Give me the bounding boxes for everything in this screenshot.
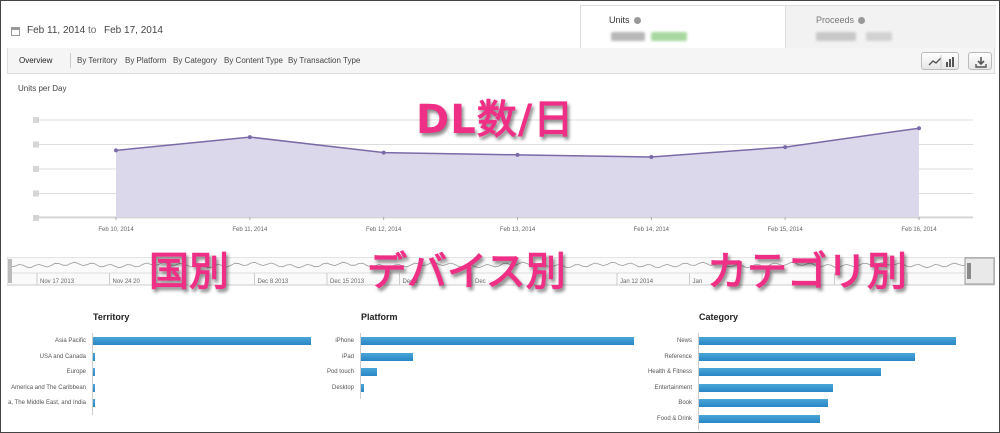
bar-label: Desktop: [331, 384, 354, 391]
info-icon[interactable]: [858, 17, 866, 25]
tab-bar: Overview By Territory By Platform By Cat…: [7, 48, 995, 74]
bar-label: News: [676, 338, 692, 344]
x-tick-label: Feb 15, 2014: [767, 227, 803, 233]
bar-label: Food & Drink: [656, 415, 692, 422]
bar-label: iPad: [341, 353, 354, 360]
download-icon: [975, 57, 987, 68]
bar-label: America and The Caribbean: [11, 384, 86, 391]
date-to[interactable]: Feb 17, 2014: [104, 25, 163, 36]
y-tick-marker: [33, 166, 39, 172]
x-tick-label: Feb 10, 2014: [98, 227, 134, 233]
proceeds-change-blurred: [866, 32, 892, 41]
bar-label: Entertainment: [654, 384, 692, 391]
bar-label: iPhone: [335, 338, 354, 344]
chart-data-point[interactable]: [783, 145, 788, 150]
proceeds-tile[interactable]: Proceeds: [786, 5, 996, 49]
bar-label: Book: [678, 400, 692, 406]
app-window: Feb 11, 2014 to Feb 17, 2014 Units Proce…: [0, 0, 1000, 433]
date-range-separator: to: [88, 25, 97, 36]
bar[interactable]: [93, 399, 95, 407]
bar[interactable]: [699, 399, 828, 407]
bar[interactable]: [361, 368, 378, 376]
bar[interactable]: [93, 337, 311, 345]
bar-label: Asia Pacific: [54, 338, 86, 344]
line-chart-icon[interactable]: [922, 53, 960, 71]
proceeds-tile-title: Proceeds: [816, 15, 866, 25]
timeline-tick-label: Jan: [693, 279, 703, 285]
proceeds-value-blurred: [816, 32, 856, 41]
x-tick-label: Feb 14, 2014: [634, 227, 670, 233]
timeline-tick-label: Dec 8 2013: [258, 279, 289, 285]
chart-data-point[interactable]: [515, 152, 520, 157]
platform-panel-title: Platform: [361, 312, 398, 322]
bar[interactable]: [93, 368, 96, 376]
timeline-tick-label: Jan 12 2014: [620, 279, 654, 285]
download-button[interactable]: [968, 52, 992, 70]
tab-by-platform[interactable]: By Platform: [125, 56, 166, 65]
bar-label: Europe: [66, 369, 86, 375]
chart-data-point[interactable]: [649, 155, 654, 160]
chart-data-point[interactable]: [247, 135, 252, 140]
header: Feb 11, 2014 to Feb 17, 2014 Units Proce…: [1, 1, 999, 49]
category-panel-title: Category: [699, 312, 739, 322]
chart-data-point[interactable]: [381, 150, 386, 155]
units-tile-title: Units: [609, 15, 641, 25]
date-from[interactable]: Feb 11, 2014: [27, 25, 85, 36]
bar-label: USA and Canada: [39, 353, 86, 360]
calendar-icon[interactable]: [11, 27, 20, 36]
bar-label: Pod touch: [326, 369, 354, 375]
y-tick-marker: [33, 141, 39, 148]
bar[interactable]: [361, 383, 364, 392]
units-change-blurred: [651, 32, 687, 41]
timeline-tick-label: Nov 24 20: [113, 279, 141, 285]
tab-overview[interactable]: Overview: [19, 56, 52, 65]
x-tick-label: Feb 11, 2014: [232, 227, 268, 233]
overlay-caption-main: DL数/日: [416, 97, 575, 143]
tab-divider: [70, 53, 71, 68]
chart-data-point[interactable]: [114, 148, 118, 153]
bar-label: Reference: [664, 353, 692, 360]
y-tick-marker: [33, 215, 39, 221]
bar[interactable]: [699, 352, 915, 361]
tab-by-transaction-type[interactable]: By Transaction Type: [288, 56, 360, 65]
bar[interactable]: [699, 368, 882, 376]
x-tick-label: Feb 16, 2014: [901, 227, 937, 233]
y-tick-marker: [33, 117, 39, 123]
overlay-caption-territory: 国別: [149, 249, 229, 295]
x-tick-label: Feb 12, 2014: [366, 227, 402, 233]
timeline-tick-label: Nov 17 2013: [40, 279, 75, 285]
overlay-caption-category: カテゴリ別: [707, 249, 907, 295]
tab-by-category[interactable]: By Category: [173, 56, 217, 65]
bar[interactable]: [361, 352, 413, 361]
units-value-blurred: [611, 32, 645, 41]
bar[interactable]: [699, 383, 833, 392]
bar[interactable]: [361, 337, 634, 345]
y-tick-marker: [33, 190, 39, 197]
overlay-caption-device: デバイス別: [367, 249, 566, 295]
x-tick-label: Feb 13, 2014: [500, 227, 536, 233]
chart-type-toggle[interactable]: [921, 52, 959, 70]
timeline-handle-right[interactable]: [967, 263, 971, 279]
bar-label: a, The Middle East, and India: [8, 400, 86, 406]
timeline-tick-label: Dec 15 2013: [330, 279, 365, 285]
bar[interactable]: [699, 337, 956, 345]
tab-by-content-type[interactable]: By Content Type: [224, 56, 283, 65]
bar-label: Health & Fitness: [647, 369, 692, 375]
units-tile[interactable]: Units: [580, 5, 786, 49]
tab-by-territory[interactable]: By Territory: [77, 56, 117, 65]
chart-data-point[interactable]: [917, 126, 921, 131]
info-icon[interactable]: [633, 17, 641, 25]
bar[interactable]: [93, 352, 96, 361]
bar[interactable]: [699, 414, 820, 423]
timeline-handle-left[interactable]: [8, 259, 12, 283]
bar[interactable]: [93, 383, 95, 392]
territory-panel-title: Territory: [93, 312, 130, 322]
